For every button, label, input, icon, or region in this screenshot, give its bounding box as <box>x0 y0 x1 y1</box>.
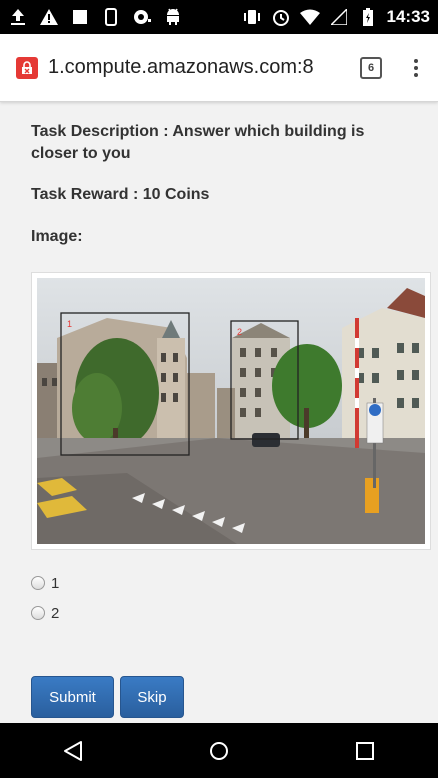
submit-button[interactable]: Submit <box>31 676 114 718</box>
url-field[interactable]: 1.compute.amazonaws.com:8 <box>10 45 342 90</box>
vibrate-icon <box>242 7 262 27</box>
voicemail-icon <box>132 7 152 27</box>
overflow-menu-icon[interactable] <box>404 58 428 77</box>
insecure-lock-icon[interactable] <box>16 56 38 79</box>
street-scene-image: 1 2 <box>37 278 425 544</box>
page-content: Task Description : Answer which building… <box>0 103 438 723</box>
android-icon <box>163 7 183 27</box>
status-bar: 14:33 <box>0 0 438 34</box>
option-1[interactable]: 1 <box>31 570 59 596</box>
recents-icon[interactable] <box>335 731 395 771</box>
battery-icon <box>358 7 378 27</box>
url-text[interactable]: 1.compute.amazonaws.com:8 <box>48 56 314 79</box>
image-label: Image: <box>31 227 83 245</box>
clock: 14:33 <box>386 7 430 26</box>
upload-icon <box>8 7 28 27</box>
wifi-icon <box>299 7 320 27</box>
box-label-1: 1 <box>67 319 72 329</box>
radio-option-1[interactable] <box>31 576 45 590</box>
home-icon[interactable] <box>189 731 249 771</box>
task-reward: Task Reward : 10 Coins <box>31 185 210 203</box>
option-1-label: 1 <box>51 574 60 592</box>
image-icon <box>70 7 90 27</box>
phone-icon <box>101 7 121 27</box>
alarm-icon <box>271 7 291 27</box>
alert-icon <box>39 7 59 27</box>
option-2[interactable]: 2 <box>31 600 59 626</box>
action-buttons: Submit Skip <box>31 676 184 718</box>
back-icon[interactable] <box>43 731 103 771</box>
box-label-2: 2 <box>237 327 242 337</box>
skip-button[interactable]: Skip <box>120 676 184 718</box>
radio-option-2[interactable] <box>31 606 45 620</box>
navigation-bar <box>0 723 438 778</box>
tab-switcher-button[interactable]: 6 <box>360 56 382 79</box>
signal-icon <box>329 7 349 27</box>
browser-toolbar: 1.compute.amazonaws.com:8 6 <box>0 34 438 102</box>
task-image-frame: 1 2 <box>31 272 431 550</box>
task-description: Task Description : Answer which building… <box>31 123 365 163</box>
answer-options: 1 2 <box>31 570 59 630</box>
option-2-label: 2 <box>51 604 60 622</box>
